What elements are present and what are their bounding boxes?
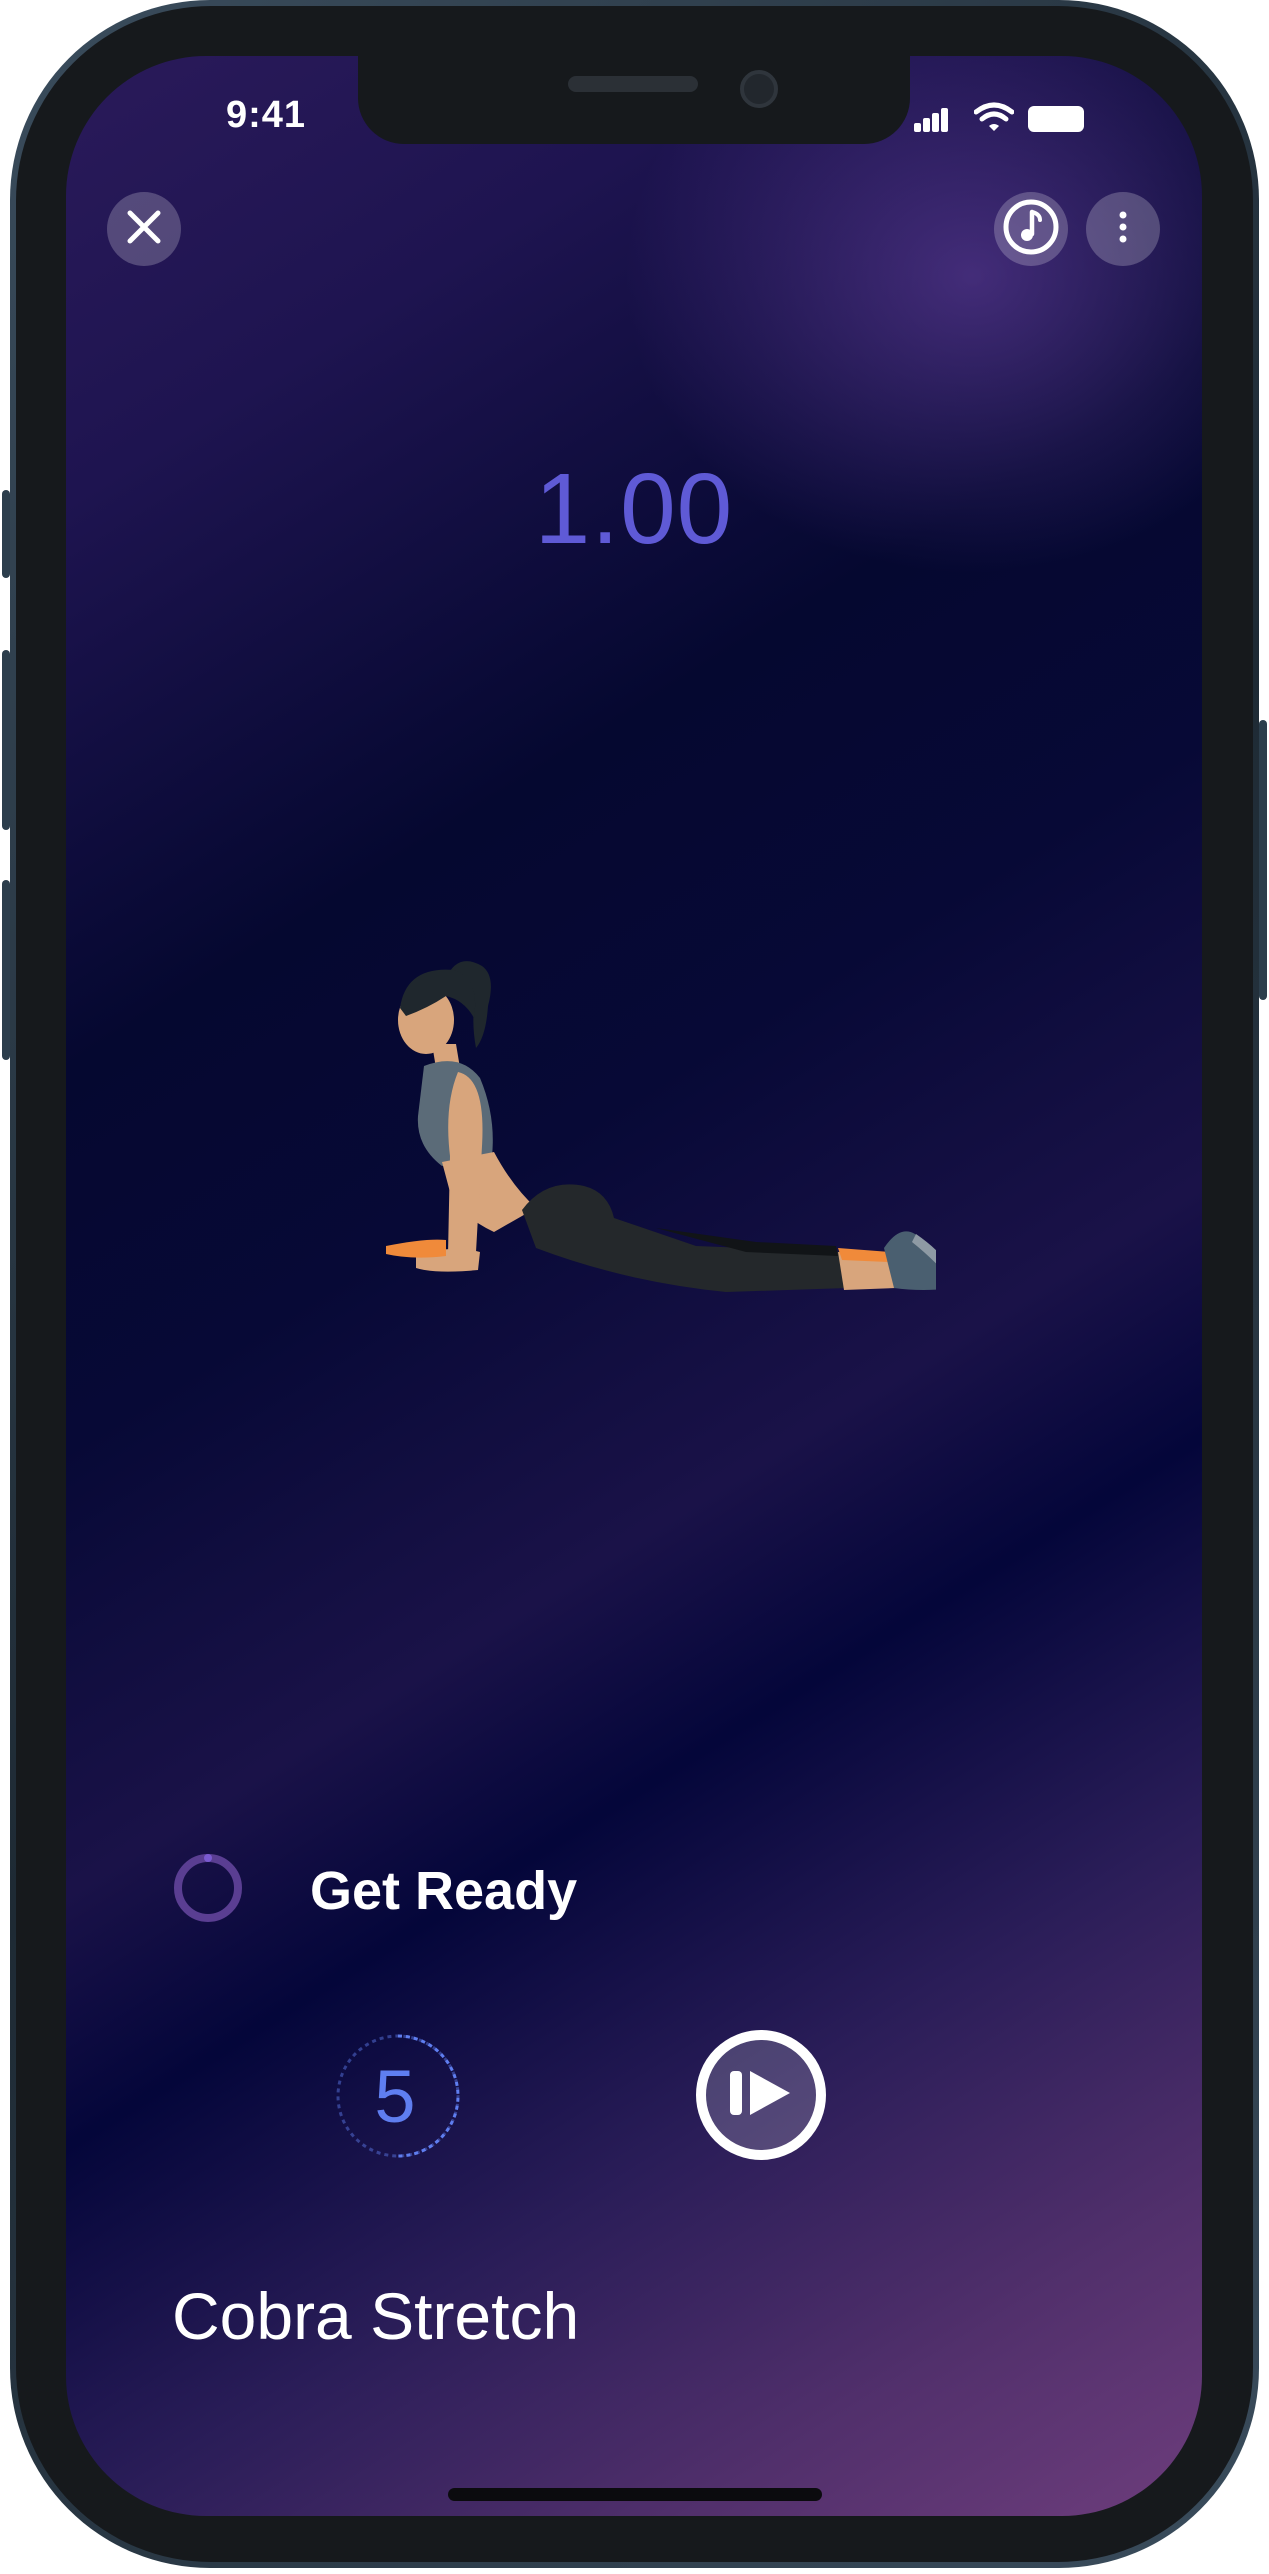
countdown-number: 5 — [374, 2054, 416, 2138]
battery-icon — [1028, 106, 1084, 132]
volume-up-button — [2, 650, 10, 830]
progress-ring-icon — [172, 1852, 244, 1924]
music-note-icon — [1002, 198, 1060, 261]
more-options-button[interactable] — [1086, 192, 1160, 266]
exercise-name: Cobra Stretch — [172, 2279, 580, 2353]
play-next-button[interactable] — [696, 2030, 826, 2160]
front-camera — [740, 70, 778, 108]
volume-down-button — [2, 880, 10, 1060]
app-screen: 9:41 1.00 Get Ready 5 Cobra Stretch — [66, 56, 1202, 2516]
notch — [358, 56, 910, 144]
play-next-icon — [726, 2063, 796, 2128]
earpiece-speaker — [568, 76, 698, 92]
power-button — [1259, 720, 1267, 1000]
more-vertical-icon — [1117, 210, 1129, 249]
cellular-signal-icon — [914, 108, 950, 132]
close-icon — [124, 207, 164, 252]
home-indicator[interactable] — [448, 2488, 822, 2501]
cobra-stretch-figure — [376, 956, 956, 1376]
wifi-icon — [973, 102, 1015, 132]
status-time: 9:41 — [226, 94, 307, 136]
music-button[interactable] — [994, 192, 1068, 266]
close-button[interactable] — [107, 192, 181, 266]
phase-label: Get Ready — [310, 1861, 578, 1921]
mute-switch — [2, 490, 10, 578]
elapsed-timer: 1.00 — [534, 453, 734, 565]
